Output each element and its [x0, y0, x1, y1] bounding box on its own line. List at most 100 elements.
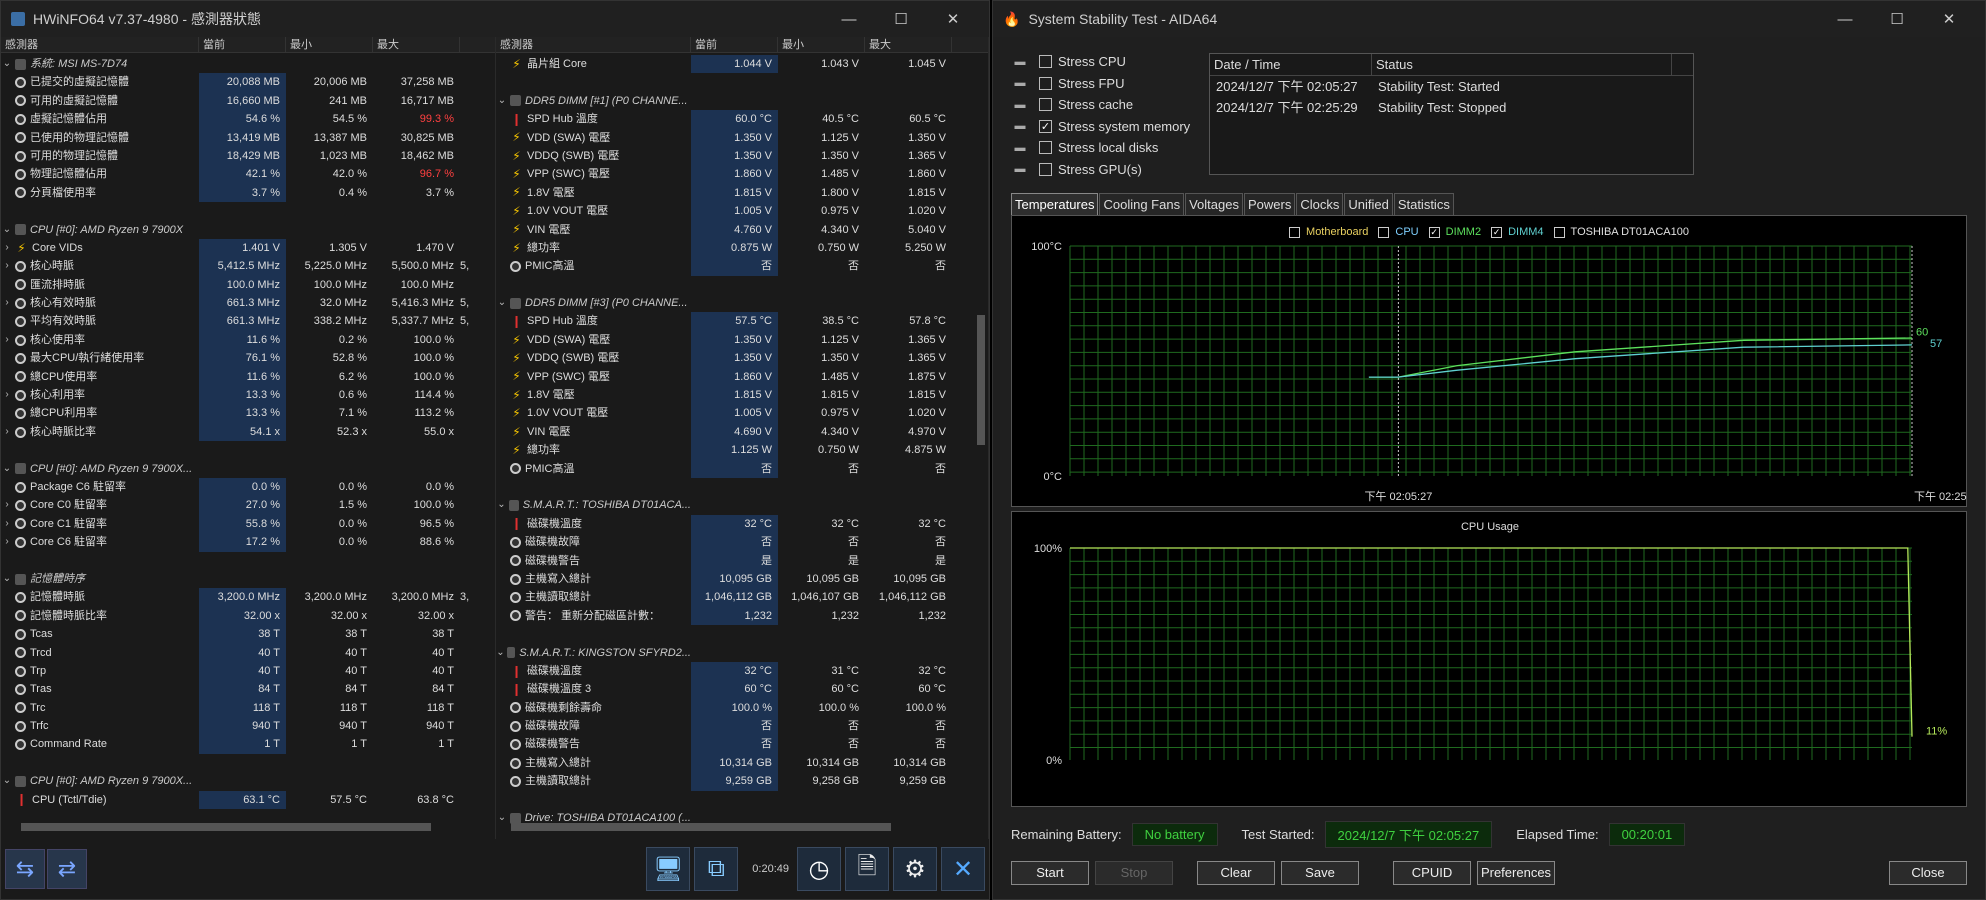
sensor-row[interactable]: Trp 40 T 40 T 40 T	[1, 661, 481, 681]
col-sensor[interactable]: 感測器	[496, 37, 691, 52]
chevron-right-icon[interactable]: ›	[1, 423, 13, 441]
hscroll-left[interactable]	[21, 821, 431, 833]
chevron-down-icon[interactable]: ⌄	[496, 496, 507, 514]
chevron-right-icon[interactable]: ›	[1, 496, 13, 514]
stress-option[interactable]: ▬ Stress CPU	[1011, 51, 1190, 73]
test-log[interactable]: Date / Time Status 2024/12/7 下午 02:05:27…	[1209, 53, 1694, 175]
sensor-row[interactable]: 分頁檔使用率 3.7 % 0.4 % 3.7 %	[1, 183, 481, 203]
sensor-row[interactable]: 平均有效時脈 661.3 MHz 338.2 MHz 5,337.7 MHz 5,	[1, 312, 481, 331]
sensor-row[interactable]: › 核心利用率 13.3 % 0.6 % 114.4 %	[1, 386, 481, 405]
sensor-row[interactable]: ❙ SPD Hub 溫度 60.0 °C 40.5 °C 60.5 °C	[496, 110, 974, 129]
checkbox[interactable]	[1039, 55, 1052, 69]
tab-powers[interactable]: Powers	[1243, 193, 1296, 215]
stress-option[interactable]: ▬ Stress cache	[1011, 94, 1190, 116]
sensor-row[interactable]: 已提交的虛擬記憶體 20,088 MB 20,006 MB 37,258 MB	[1, 73, 481, 92]
chevron-down-icon[interactable]: ⌄	[1, 772, 13, 790]
col-min[interactable]: 最小	[286, 37, 373, 52]
sensor-row[interactable]: ⚡ VDDQ (SWB) 電壓 1.350 V 1.350 V 1.365 V	[496, 146, 974, 166]
sensor-row[interactable]: 磁碟機故障 否 否 否	[496, 533, 974, 552]
start-button[interactable]: Start	[1011, 861, 1089, 885]
checkbox[interactable]	[1039, 76, 1052, 90]
clock-icon[interactable]: ◷	[797, 847, 841, 891]
tab-clocks[interactable]: Clocks	[1296, 193, 1344, 215]
stop-button[interactable]: Stop	[1095, 861, 1173, 885]
clear-button[interactable]: Clear	[1197, 861, 1275, 885]
sensor-row[interactable]: 主機讀取總計 1,046,112 GB 1,046,107 GB 1,046,112 …	[496, 588, 974, 607]
sensor-group[interactable]: ⌄ CPU [#0]: AMD Ryzen 9 7900X	[1, 221, 481, 239]
chevron-right-icon[interactable]: ›	[1, 257, 13, 275]
sensor-row[interactable]: › Core C1 駐留率 55.8 % 0.0 % 96.5 %	[1, 514, 481, 534]
sensor-row[interactable]: 物理記憶體佔用 42.1 % 42.0 % 96.7 %	[1, 165, 481, 184]
sensor-row[interactable]: ❙ 磁碟機溫度 32 °C 32 °C 32 °C	[496, 514, 974, 534]
col-max[interactable]: 最大	[373, 37, 460, 52]
chevron-right-icon[interactable]: ›	[1, 386, 13, 404]
sensor-row[interactable]: PMIC高溫 否 否 否	[496, 257, 974, 276]
sensor-row[interactable]: 總CPU利用率 13.3 % 7.1 % 113.2 %	[1, 404, 481, 423]
col-sensor[interactable]: 感測器	[1, 37, 199, 52]
sensor-row[interactable]: 主機寫入總計 10,314 GB 10,314 GB 10,314 GB	[496, 753, 974, 773]
tab-statistics[interactable]: Statistics	[1393, 193, 1454, 215]
aida-titlebar[interactable]: 🔥 System Stability Test - AIDA64 — ☐ ✕	[993, 1, 1985, 37]
scrollbar-right[interactable]	[974, 55, 988, 829]
sensor-row[interactable]: › 核心有效時脈 661.3 MHz 32.0 MHz 5,416.3 MHz 5,	[1, 294, 481, 313]
sensor-row[interactable]: ❙ 磁碟機溫度 32 °C 31 °C 32 °C	[496, 661, 974, 681]
checkbox[interactable]	[1039, 98, 1052, 112]
col-min[interactable]: 最小	[778, 37, 865, 52]
sensor-group[interactable]: ⌄ S.M.A.R.T.: KINGSTON SFYRD2...	[496, 644, 974, 662]
sensor-row[interactable]: ⚡ 總功率 0.875 W 0.750 W 5.250 W	[496, 238, 974, 258]
sensor-row[interactable]: 警告： 重新分配磁區計數： 1,232 1,232 1,232	[496, 606, 974, 626]
prev-arrows-icon[interactable]: ⇆	[5, 849, 45, 889]
tab-temperatures[interactable]: Temperatures	[1011, 193, 1099, 215]
col-max[interactable]: 最大	[865, 37, 952, 52]
chevron-down-icon[interactable]: ⌄	[1, 570, 13, 588]
sensor-row[interactable]: 主機寫入總計 10,095 GB 10,095 GB 10,095 GB	[496, 569, 974, 589]
sensor-group[interactable]: ⌄ 記憶體時序	[1, 570, 481, 588]
chevron-down-icon[interactable]: ⌄	[496, 809, 508, 827]
sensor-group[interactable]: ⌄ 系統: MSI MS-7D74	[1, 55, 481, 73]
chevron-down-icon[interactable]: ⌄	[1, 55, 13, 73]
sensor-row[interactable]: ⚡ 1.8V 電壓 1.815 V 1.800 V 1.815 V	[496, 183, 974, 203]
sensor-row[interactable]: ⚡ VDD (SWA) 電壓 1.350 V 1.125 V 1.365 V	[496, 330, 974, 350]
sensor-row[interactable]: Trc 118 T 118 T 118 T	[1, 698, 481, 718]
chevron-right-icon[interactable]: ›	[1, 533, 13, 551]
sensor-row[interactable]: 磁碟機警告 是 是 是	[496, 551, 974, 570]
log-row[interactable]: 2024/12/7 下午 02:05:27 Stability Test: Sta…	[1210, 76, 1693, 97]
sensor-row[interactable]: Tcas 38 T 38 T 38 T	[1, 625, 481, 644]
chevron-down-icon[interactable]: ⌄	[496, 92, 508, 110]
save-button[interactable]: Save	[1281, 861, 1359, 885]
close-icon[interactable]: ✕	[927, 10, 979, 28]
sensor-row[interactable]: 主機讀取總計 9,259 GB 9,258 GB 9,259 GB	[496, 772, 974, 791]
scrollbar-left[interactable]	[481, 55, 495, 829]
sensor-row[interactable]: ❙ CPU (Tctl/Tdie) 63.1 °C 57.5 °C 63.8 °C	[1, 790, 481, 810]
sensor-row[interactable]: 已使用的物理記憶體 13,419 MB 13,387 MB 30,825 MB	[1, 128, 481, 147]
hscroll-right[interactable]	[511, 821, 911, 833]
checkbox[interactable]	[1039, 141, 1052, 155]
sensor-row[interactable]: › ⚡ Core VIDs 1.401 V 1.305 V 1.470 V	[1, 238, 481, 258]
sensor-row[interactable]: ⚡ 1.8V 電壓 1.815 V 1.815 V 1.815 V	[496, 386, 974, 405]
sensor-row[interactable]: 記憶體時脈比率 32.00 x 32.00 x 32.00 x	[1, 606, 481, 626]
sensor-group[interactable]: ⌄ DDR5 DIMM [#1] (P0 CHANNE...	[496, 92, 974, 110]
sensor-row[interactable]: Trcd 40 T 40 T 40 T	[1, 643, 481, 662]
sensor-row[interactable]: ⚡ VDDQ (SWB) 電壓 1.350 V 1.350 V 1.365 V	[496, 349, 974, 368]
sensor-row[interactable]: ⚡ 晶片組 Core 1.044 V 1.043 V 1.045 V	[496, 55, 974, 74]
hscroll-thumb[interactable]	[21, 823, 431, 831]
sensor-row[interactable]: › 核心使用率 11.6 % 0.2 % 100.0 %	[1, 330, 481, 350]
sensor-group[interactable]: ⌄ CPU [#0]: AMD Ryzen 9 7900X...	[1, 772, 481, 790]
stress-option[interactable]: ▬ Stress FPU	[1011, 73, 1190, 95]
checkbox[interactable]	[1039, 162, 1052, 176]
chevron-down-icon[interactable]: ⌄	[1, 221, 13, 239]
report-icon[interactable]: 🗎	[845, 847, 889, 891]
sensor-pane-right[interactable]: 感測器 當前 最小 最大 ⚡ 晶片組 Core 1.044 V 1.043 V 1.04…	[496, 37, 989, 839]
hscroll-thumb[interactable]	[511, 823, 891, 831]
chevron-down-icon[interactable]: ⌄	[496, 294, 508, 312]
sensor-row[interactable]: 匯流排時脈 100.0 MHz 100.0 MHz 100.0 MHz	[1, 275, 481, 295]
log-col-status[interactable]: Status	[1372, 54, 1672, 75]
chevron-down-icon[interactable]: ⌄	[496, 644, 505, 662]
maximize-icon[interactable]: ☐	[1871, 10, 1923, 28]
tab-voltages[interactable]: Voltages	[1185, 193, 1243, 215]
sensor-row[interactable]: Package C6 駐留率 0.0 % 0.0 % 0.0 %	[1, 477, 481, 497]
close-icon[interactable]: ✕	[1923, 10, 1975, 28]
log-col-datetime[interactable]: Date / Time	[1210, 54, 1372, 75]
col-current[interactable]: 當前	[199, 37, 286, 52]
sensor-group[interactable]: ⌄ S.M.A.R.T.: TOSHIBA DT01ACA...	[496, 496, 974, 514]
